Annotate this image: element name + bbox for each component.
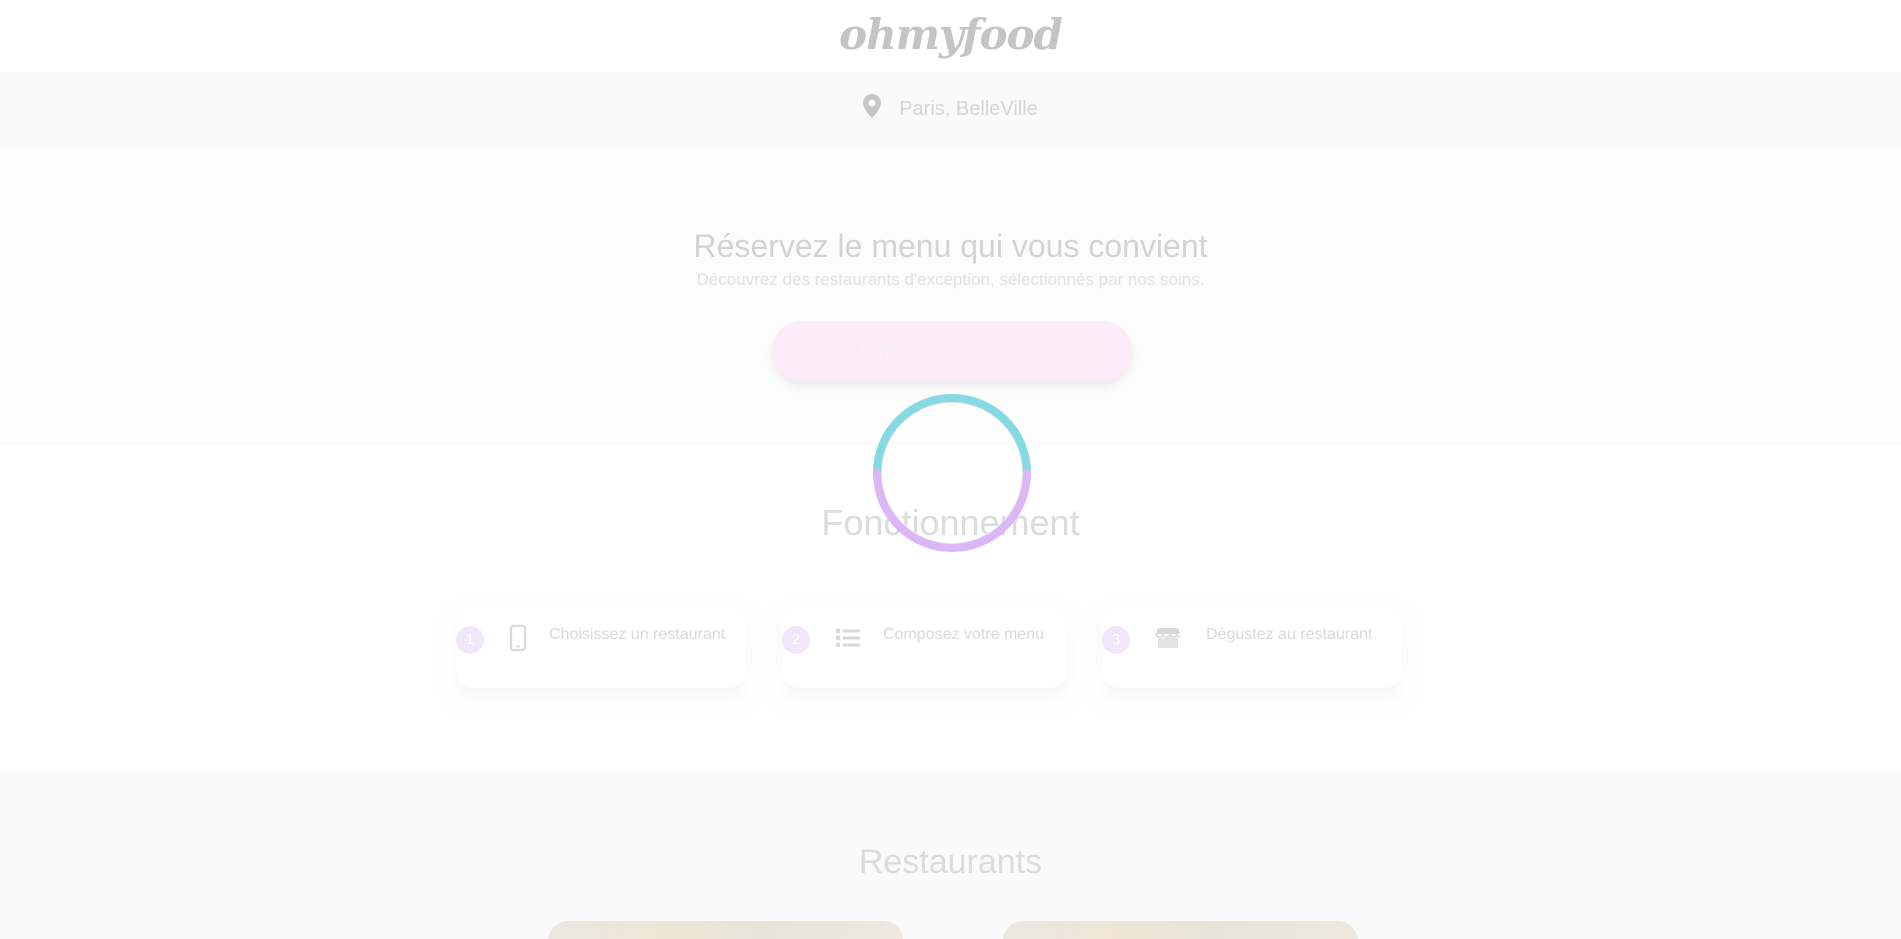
step-label: Choisissez un restaurant xyxy=(549,626,726,643)
hero-title: Réservez le menu qui vous convient xyxy=(693,228,1208,264)
restaurant-card-image[interactable] xyxy=(548,921,903,939)
site-header: ohmyfood xyxy=(0,0,1901,72)
map-pin-icon xyxy=(863,94,882,118)
step-number: 2 xyxy=(782,626,810,654)
step-card: 1 Choisissez un restaurant xyxy=(456,606,746,688)
list-icon xyxy=(836,629,860,647)
location-bar: Paris, BelleVille xyxy=(0,72,1901,146)
hero-subtitle: Découvrez des restaurants d'exception, s… xyxy=(696,270,1205,289)
logo[interactable]: ohmyfood xyxy=(839,10,1063,59)
restaurants-section: Restaurants xyxy=(0,771,1901,939)
section-title: Restaurants xyxy=(858,843,1043,881)
smartphone-icon xyxy=(509,624,527,652)
step-label: Dégustez au restaurant xyxy=(1206,626,1373,643)
step-card: 2 Composez votre menu xyxy=(782,606,1067,688)
page: ohmyfood Paris, BelleVille Réservez le m… xyxy=(0,0,1901,939)
step-label: Composez votre menu xyxy=(883,626,1044,643)
restaurant-card-image[interactable] xyxy=(1003,921,1358,939)
step-number: 3 xyxy=(1102,626,1130,654)
location-text: Paris, BelleVille xyxy=(899,97,1038,120)
explore-restaurants-button[interactable]: Explorer nos restaurants xyxy=(772,321,1132,381)
step-number: 1 xyxy=(456,626,484,654)
step-card: 3 Dégustez au restaurant xyxy=(1102,606,1402,688)
store-icon xyxy=(1155,628,1181,648)
loading-spinner-icon xyxy=(873,393,1031,553)
